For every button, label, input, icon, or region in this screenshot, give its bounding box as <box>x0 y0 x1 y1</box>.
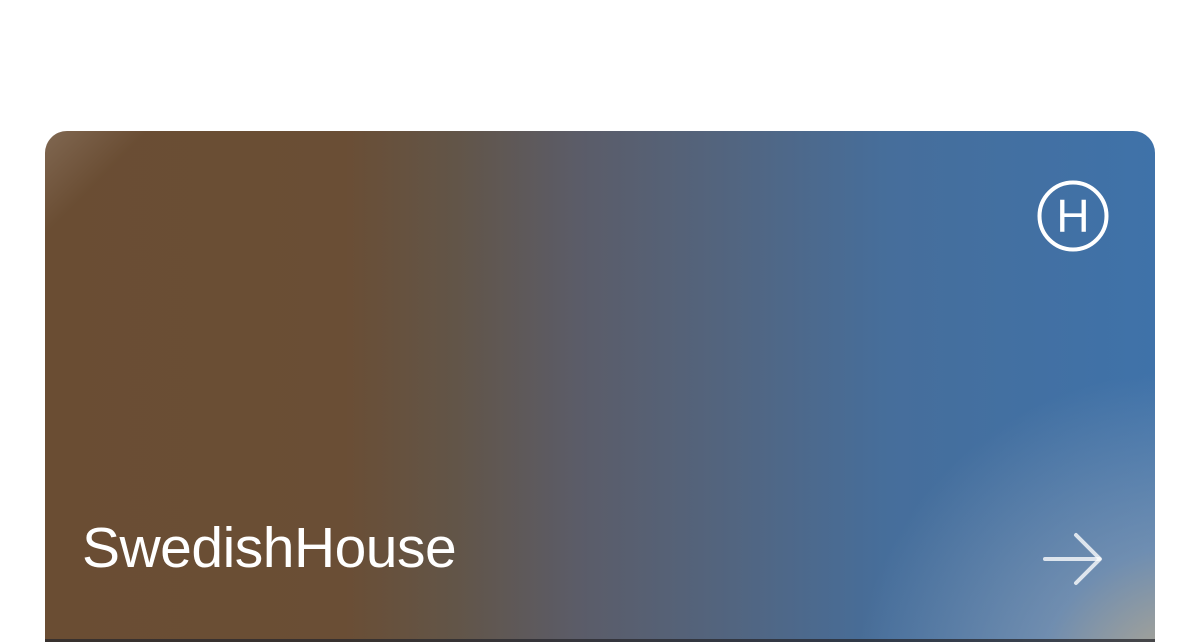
card-title: SwedishHouse <box>82 516 457 580</box>
card-shine <box>45 131 175 241</box>
arrow-right-icon[interactable] <box>1043 529 1103 589</box>
logo-letter: H <box>1056 190 1089 242</box>
circled-h-logo-icon: H <box>1037 180 1109 252</box>
swedishhouse-card[interactable]: H SwedishHouse <box>45 131 1155 642</box>
page: H SwedishHouse <box>0 0 1200 642</box>
